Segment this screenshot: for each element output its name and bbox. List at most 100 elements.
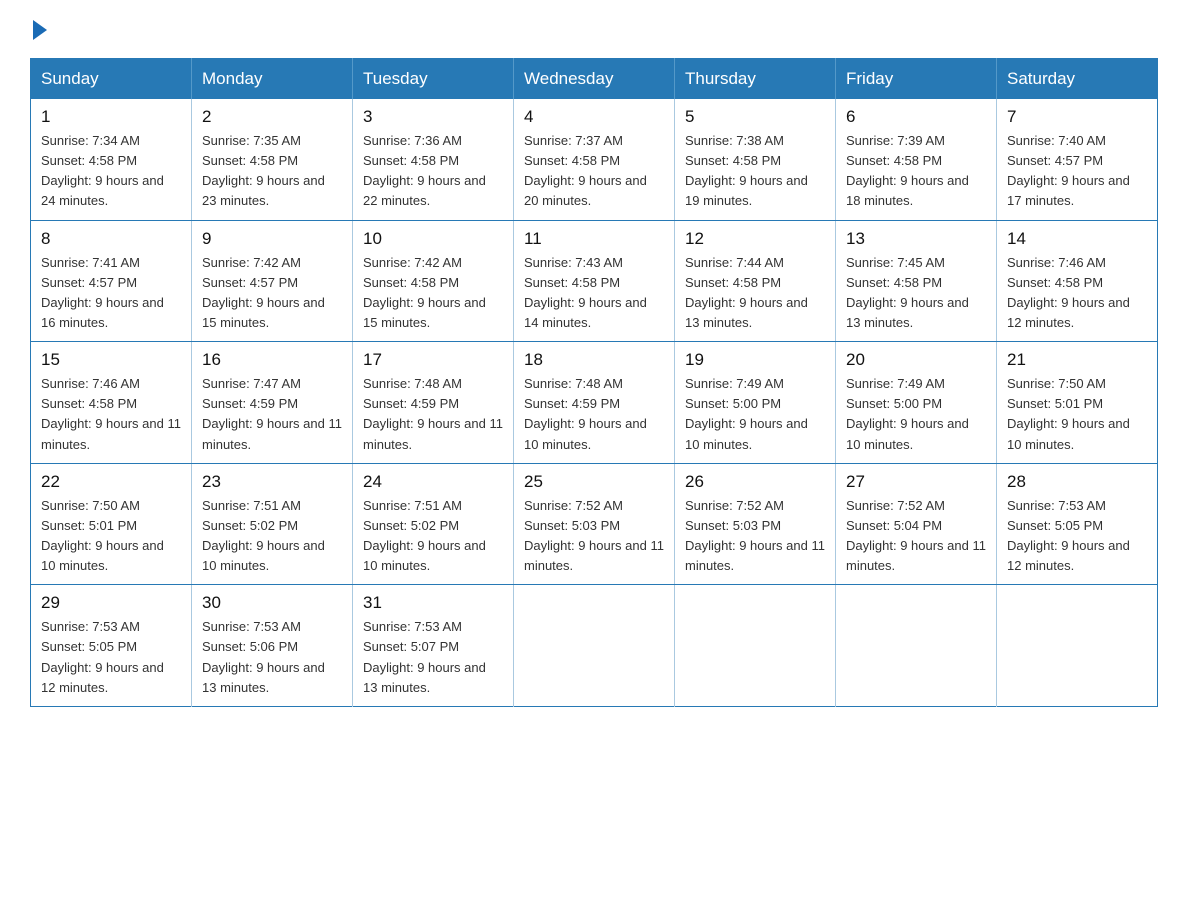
day-info: Sunrise: 7:50 AM Sunset: 5:01 PM Dayligh… (1007, 374, 1147, 455)
calendar-cell: 3 Sunrise: 7:36 AM Sunset: 4:58 PM Dayli… (353, 99, 514, 220)
calendar-cell: 13 Sunrise: 7:45 AM Sunset: 4:58 PM Dayl… (836, 220, 997, 342)
sunset-label: Sunset: 4:58 PM (363, 275, 459, 290)
header-sunday: Sunday (31, 59, 192, 100)
daylight-label: Daylight: 9 hours and 24 minutes. (41, 173, 164, 208)
daylight-label: Daylight: 9 hours and 12 minutes. (1007, 538, 1130, 573)
sunset-label: Sunset: 4:58 PM (41, 153, 137, 168)
day-info: Sunrise: 7:51 AM Sunset: 5:02 PM Dayligh… (202, 496, 342, 577)
day-info: Sunrise: 7:39 AM Sunset: 4:58 PM Dayligh… (846, 131, 986, 212)
sunrise-label: Sunrise: 7:50 AM (41, 498, 140, 513)
sunrise-label: Sunrise: 7:48 AM (363, 376, 462, 391)
day-number: 27 (846, 472, 986, 492)
day-info: Sunrise: 7:53 AM Sunset: 5:05 PM Dayligh… (41, 617, 181, 698)
day-number: 3 (363, 107, 503, 127)
day-number: 1 (41, 107, 181, 127)
sunrise-label: Sunrise: 7:53 AM (202, 619, 301, 634)
sunset-label: Sunset: 4:58 PM (685, 275, 781, 290)
logo (30, 20, 47, 40)
header-thursday: Thursday (675, 59, 836, 100)
daylight-label: Daylight: 9 hours and 13 minutes. (202, 660, 325, 695)
daylight-label: Daylight: 9 hours and 20 minutes. (524, 173, 647, 208)
day-number: 11 (524, 229, 664, 249)
header-friday: Friday (836, 59, 997, 100)
sunrise-label: Sunrise: 7:42 AM (202, 255, 301, 270)
calendar-cell: 7 Sunrise: 7:40 AM Sunset: 4:57 PM Dayli… (997, 99, 1158, 220)
logo-arrow-icon (33, 20, 47, 40)
calendar-table: SundayMondayTuesdayWednesdayThursdayFrid… (30, 58, 1158, 707)
calendar-cell (836, 585, 997, 707)
day-number: 31 (363, 593, 503, 613)
day-info: Sunrise: 7:44 AM Sunset: 4:58 PM Dayligh… (685, 253, 825, 334)
sunrise-label: Sunrise: 7:39 AM (846, 133, 945, 148)
day-info: Sunrise: 7:40 AM Sunset: 4:57 PM Dayligh… (1007, 131, 1147, 212)
day-info: Sunrise: 7:46 AM Sunset: 4:58 PM Dayligh… (1007, 253, 1147, 334)
day-info: Sunrise: 7:42 AM Sunset: 4:58 PM Dayligh… (363, 253, 503, 334)
daylight-label: Daylight: 9 hours and 23 minutes. (202, 173, 325, 208)
daylight-label: Daylight: 9 hours and 18 minutes. (846, 173, 969, 208)
sunset-label: Sunset: 5:04 PM (846, 518, 942, 533)
calendar-cell: 27 Sunrise: 7:52 AM Sunset: 5:04 PM Dayl… (836, 463, 997, 585)
daylight-label: Daylight: 9 hours and 13 minutes. (846, 295, 969, 330)
calendar-cell: 1 Sunrise: 7:34 AM Sunset: 4:58 PM Dayli… (31, 99, 192, 220)
daylight-label: Daylight: 9 hours and 11 minutes. (363, 416, 503, 451)
sunset-label: Sunset: 4:57 PM (202, 275, 298, 290)
calendar-cell: 6 Sunrise: 7:39 AM Sunset: 4:58 PM Dayli… (836, 99, 997, 220)
sunset-label: Sunset: 5:00 PM (846, 396, 942, 411)
calendar-cell: 26 Sunrise: 7:52 AM Sunset: 5:03 PM Dayl… (675, 463, 836, 585)
sunrise-label: Sunrise: 7:52 AM (846, 498, 945, 513)
day-number: 20 (846, 350, 986, 370)
day-number: 14 (1007, 229, 1147, 249)
calendar-cell: 5 Sunrise: 7:38 AM Sunset: 4:58 PM Dayli… (675, 99, 836, 220)
daylight-label: Daylight: 9 hours and 11 minutes. (41, 416, 181, 451)
calendar-cell: 22 Sunrise: 7:50 AM Sunset: 5:01 PM Dayl… (31, 463, 192, 585)
sunset-label: Sunset: 4:59 PM (524, 396, 620, 411)
sunrise-label: Sunrise: 7:51 AM (202, 498, 301, 513)
calendar-cell: 30 Sunrise: 7:53 AM Sunset: 5:06 PM Dayl… (192, 585, 353, 707)
daylight-label: Daylight: 9 hours and 11 minutes. (846, 538, 986, 573)
day-number: 26 (685, 472, 825, 492)
day-info: Sunrise: 7:45 AM Sunset: 4:58 PM Dayligh… (846, 253, 986, 334)
sunset-label: Sunset: 4:59 PM (363, 396, 459, 411)
daylight-label: Daylight: 9 hours and 15 minutes. (202, 295, 325, 330)
calendar-cell: 4 Sunrise: 7:37 AM Sunset: 4:58 PM Dayli… (514, 99, 675, 220)
calendar-week-row: 22 Sunrise: 7:50 AM Sunset: 5:01 PM Dayl… (31, 463, 1158, 585)
calendar-cell: 16 Sunrise: 7:47 AM Sunset: 4:59 PM Dayl… (192, 342, 353, 464)
header-monday: Monday (192, 59, 353, 100)
daylight-label: Daylight: 9 hours and 14 minutes. (524, 295, 647, 330)
calendar-cell: 2 Sunrise: 7:35 AM Sunset: 4:58 PM Dayli… (192, 99, 353, 220)
daylight-label: Daylight: 9 hours and 17 minutes. (1007, 173, 1130, 208)
daylight-label: Daylight: 9 hours and 15 minutes. (363, 295, 486, 330)
day-info: Sunrise: 7:36 AM Sunset: 4:58 PM Dayligh… (363, 131, 503, 212)
day-info: Sunrise: 7:52 AM Sunset: 5:03 PM Dayligh… (524, 496, 664, 577)
sunrise-label: Sunrise: 7:46 AM (1007, 255, 1106, 270)
calendar-cell: 19 Sunrise: 7:49 AM Sunset: 5:00 PM Dayl… (675, 342, 836, 464)
sunrise-label: Sunrise: 7:48 AM (524, 376, 623, 391)
sunset-label: Sunset: 5:00 PM (685, 396, 781, 411)
calendar-cell: 18 Sunrise: 7:48 AM Sunset: 4:59 PM Dayl… (514, 342, 675, 464)
sunset-label: Sunset: 5:01 PM (41, 518, 137, 533)
calendar-cell: 23 Sunrise: 7:51 AM Sunset: 5:02 PM Dayl… (192, 463, 353, 585)
daylight-label: Daylight: 9 hours and 10 minutes. (363, 538, 486, 573)
daylight-label: Daylight: 9 hours and 10 minutes. (846, 416, 969, 451)
sunrise-label: Sunrise: 7:51 AM (363, 498, 462, 513)
day-number: 19 (685, 350, 825, 370)
daylight-label: Daylight: 9 hours and 11 minutes. (685, 538, 825, 573)
daylight-label: Daylight: 9 hours and 10 minutes. (685, 416, 808, 451)
calendar-week-row: 15 Sunrise: 7:46 AM Sunset: 4:58 PM Dayl… (31, 342, 1158, 464)
day-number: 28 (1007, 472, 1147, 492)
day-number: 22 (41, 472, 181, 492)
day-number: 12 (685, 229, 825, 249)
sunrise-label: Sunrise: 7:52 AM (685, 498, 784, 513)
day-number: 23 (202, 472, 342, 492)
sunrise-label: Sunrise: 7:44 AM (685, 255, 784, 270)
calendar-cell: 14 Sunrise: 7:46 AM Sunset: 4:58 PM Dayl… (997, 220, 1158, 342)
sunrise-label: Sunrise: 7:41 AM (41, 255, 140, 270)
sunset-label: Sunset: 4:58 PM (202, 153, 298, 168)
sunset-label: Sunset: 4:58 PM (524, 153, 620, 168)
sunset-label: Sunset: 4:58 PM (846, 153, 942, 168)
sunset-label: Sunset: 5:01 PM (1007, 396, 1103, 411)
daylight-label: Daylight: 9 hours and 12 minutes. (1007, 295, 1130, 330)
day-number: 24 (363, 472, 503, 492)
day-number: 16 (202, 350, 342, 370)
calendar-cell: 12 Sunrise: 7:44 AM Sunset: 4:58 PM Dayl… (675, 220, 836, 342)
